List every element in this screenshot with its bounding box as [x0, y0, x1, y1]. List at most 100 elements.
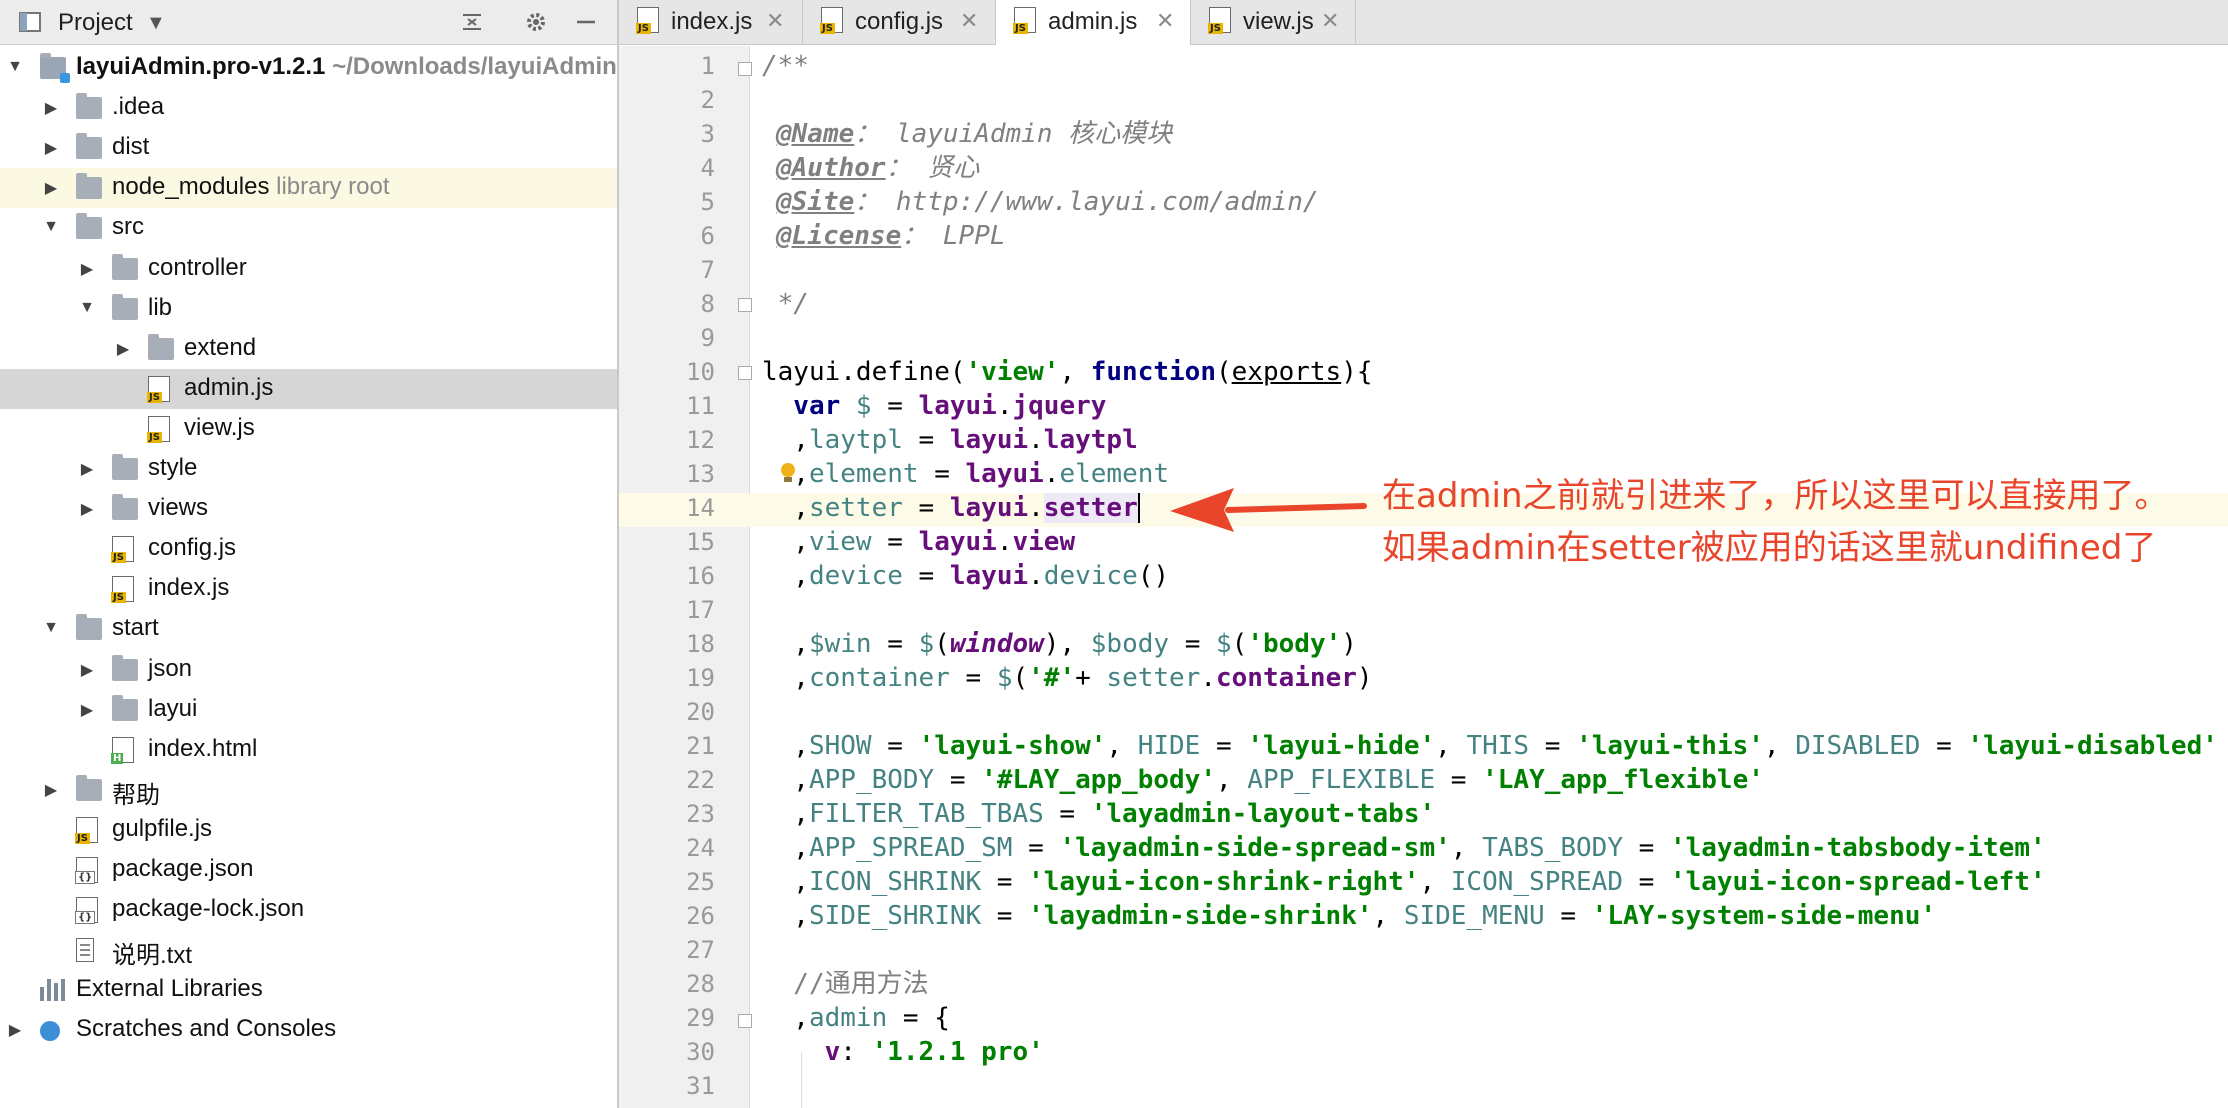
expand-arrow-icon[interactable]: ▼: [40, 619, 62, 637]
tree-item-label: gulpfile.js: [112, 814, 213, 842]
tree-item-label: package-lock.json: [112, 895, 305, 923]
code-line-22: ,APP_BODY = '#LAY_app_body', APP_FLEXIBL…: [762, 765, 1764, 795]
tree-item[interactable]: {} package.json: [0, 850, 617, 890]
fold-marker-icon[interactable]: [738, 62, 752, 76]
editor-tab-bar: JS index.js ✕ JS config.js ✕ JS admin.js…: [619, 0, 2228, 45]
line-number: 24: [686, 834, 715, 862]
tree-item[interactable]: ▶ .idea: [0, 88, 617, 128]
tree-item[interactable]: JS config.js: [0, 529, 617, 569]
line-number: 7: [700, 256, 715, 284]
folder-icon: [76, 173, 102, 200]
folder-icon: [112, 494, 138, 521]
module-folder-icon: [40, 53, 70, 83]
tree-item[interactable]: JS index.js: [0, 569, 617, 609]
tab-label: index.js: [671, 8, 753, 35]
code-line-24: ,APP_SPREAD_SM = 'layadmin-side-spread-s…: [762, 833, 2046, 863]
tree-item[interactable]: ▶ style: [0, 449, 617, 489]
gear-icon[interactable]: [524, 10, 548, 34]
close-icon[interactable]: ✕: [766, 8, 784, 34]
js-file-icon: JS: [111, 536, 134, 564]
text-file-icon: [76, 938, 94, 963]
annotation-text-line-1: 在admin之前就引进来了，所以这里可以直接用了。: [1382, 476, 2169, 516]
line-number: 11: [686, 392, 715, 420]
collapse-arrow-icon[interactable]: ▶: [76, 660, 98, 680]
tree-item[interactable]: ▶ node_modules library root: [0, 168, 617, 209]
collapse-all-icon[interactable]: [460, 10, 484, 34]
fold-marker-icon[interactable]: [738, 298, 752, 312]
tree-item[interactable]: ▶ views: [0, 489, 617, 529]
tree-item[interactable]: ▼ layuiAdmin.pro-v1.2.1 ~/Downloads/layui…: [0, 48, 617, 88]
collapse-arrow-icon[interactable]: ▶: [112, 339, 134, 359]
tree-item-label: json: [148, 654, 193, 682]
tree-item[interactable]: JS gulpfile.js: [0, 810, 617, 850]
tab-admin-js[interactable]: JS admin.js ✕: [996, 0, 1191, 45]
tab-label: view.js: [1243, 8, 1314, 35]
collapse-arrow-icon[interactable]: ▶: [4, 1020, 26, 1040]
code-line-13: ,element = layui.element: [762, 459, 1170, 489]
expand-arrow-icon[interactable]: ▼: [40, 218, 62, 236]
line-number: 25: [686, 868, 715, 896]
code-line-8: */: [762, 289, 809, 319]
line-number: 26: [686, 902, 715, 930]
tab-index-js[interactable]: JS index.js ✕: [619, 0, 803, 44]
tree-item[interactable]: {} package-lock.json: [0, 890, 617, 930]
folder-icon: [76, 213, 102, 240]
line-number: 22: [686, 766, 715, 794]
collapse-arrow-icon[interactable]: ▶: [76, 459, 98, 479]
tree-item[interactable]: ▶ Scratches and Consoles: [0, 1010, 617, 1050]
tree-item[interactable]: JS view.js: [0, 409, 617, 449]
collapse-arrow-icon[interactable]: ▶: [40, 780, 62, 800]
tree-item-label: index.js: [148, 574, 230, 602]
collapse-arrow-icon[interactable]: ▶: [76, 259, 98, 279]
line-number: 29: [686, 1004, 715, 1032]
tree-item[interactable]: JS admin.js: [0, 368, 617, 409]
code-line-23: ,FILTER_TAB_TBAS = 'layadmin-layout-tabs…: [762, 799, 1436, 829]
tab-view-js[interactable]: JS view.js ✕: [1191, 0, 1356, 44]
project-view-icon[interactable]: [18, 10, 42, 34]
tree-item[interactable]: ▼ lib: [0, 289, 617, 329]
tree-item[interactable]: External Libraries: [0, 970, 617, 1010]
expand-arrow-icon[interactable]: ▼: [76, 299, 98, 317]
tree-item[interactable]: ▶ extend: [0, 329, 617, 369]
collapse-arrow-icon[interactable]: ▶: [76, 700, 98, 720]
chevron-down-icon[interactable]: ▼: [146, 12, 166, 35]
tree-item-label: lib: [148, 293, 173, 321]
collapse-arrow-icon[interactable]: ▶: [40, 178, 62, 198]
tree-item[interactable]: ▶ 帮助: [0, 770, 617, 810]
tree-item[interactable]: ▼ src: [0, 208, 617, 248]
json-file-icon: {}: [75, 857, 98, 884]
tree-item[interactable]: ▶ json: [0, 650, 617, 690]
js-file-icon: JS: [147, 415, 170, 443]
line-number: 5: [700, 188, 715, 216]
tree-item[interactable]: Hindex.html: [0, 730, 617, 770]
text-caret: setter: [1043, 493, 1140, 523]
project-panel: Project ▼ ▼ layuiAdmin.pro-v1.2.1 ~/Downl…: [0, 0, 619, 1108]
collapse-arrow-icon[interactable]: ▶: [40, 138, 62, 158]
collapse-arrow-icon[interactable]: ▶: [76, 499, 98, 519]
code-line-12: ,laytpl = layui.laytpl: [762, 425, 1138, 455]
close-icon[interactable]: ✕: [1156, 8, 1174, 34]
tree-item[interactable]: ▶ dist: [0, 128, 617, 168]
expand-arrow-icon[interactable]: ▼: [4, 58, 26, 76]
tree-item[interactable]: ▼ start: [0, 609, 617, 649]
annotation-text-line-2: 如果admin在setter被应用的话这里就undifined了: [1382, 528, 2157, 568]
code-line-14: ,setter = layui.setter: [762, 493, 1140, 523]
fold-marker-icon[interactable]: [738, 366, 752, 380]
tree-item[interactable]: 说明.txt: [0, 930, 617, 970]
code-line-1: /**: [762, 51, 809, 81]
close-icon[interactable]: ✕: [1321, 8, 1339, 34]
fold-marker-icon[interactable]: [738, 1014, 752, 1028]
tree-item-label: 说明.txt: [112, 942, 193, 970]
tab-config-js[interactable]: JS config.js ✕: [803, 0, 996, 44]
close-icon[interactable]: ✕: [960, 8, 978, 34]
collapse-arrow-icon[interactable]: ▶: [40, 98, 62, 118]
minimize-icon[interactable]: [574, 10, 598, 34]
code-line-5: @Site： http://www.layui.com/admin/: [776, 187, 1319, 217]
folder-icon: [76, 93, 102, 120]
project-panel-title[interactable]: Project: [58, 9, 133, 37]
line-number: 19: [686, 664, 715, 692]
js-file-icon: JS: [1208, 7, 1231, 34]
tree-item[interactable]: ▶ layui: [0, 690, 617, 730]
tree-item[interactable]: ▶ controller: [0, 249, 617, 289]
line-number: 20: [686, 698, 715, 726]
